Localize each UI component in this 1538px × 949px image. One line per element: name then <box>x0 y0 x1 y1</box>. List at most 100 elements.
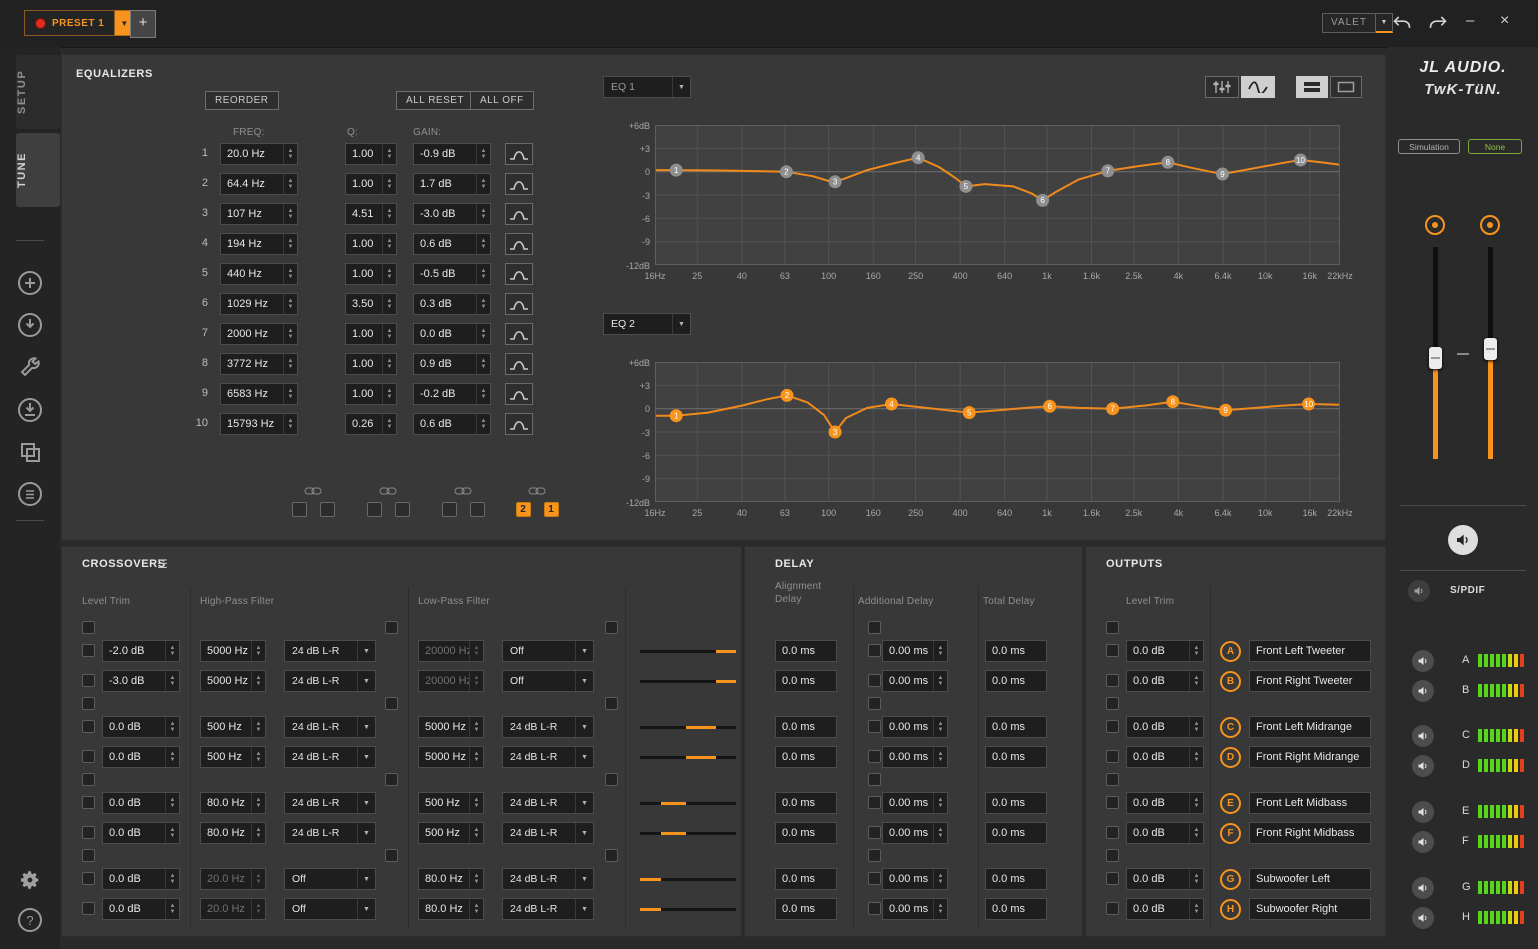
channel-name-field[interactable]: Subwoofer Right <box>1249 898 1371 920</box>
lpf-frequency-spinner[interactable]: 500 Hz▲▼ <box>418 822 484 844</box>
stepper-arrows-icon[interactable]: ▲▼ <box>251 899 265 919</box>
stepper-arrows-icon[interactable]: ▲▼ <box>1189 717 1203 737</box>
output-trim-spinner[interactable]: 0.0 dB▲▼ <box>1126 640 1204 662</box>
stepper-arrows-icon[interactable]: ▲▼ <box>165 869 179 889</box>
filter-link-checkbox[interactable] <box>385 621 398 634</box>
lpf-frequency-spinner[interactable]: 80.0 Hz▲▼ <box>418 898 484 920</box>
filter-link-checkbox[interactable] <box>385 849 398 862</box>
all-reset-button[interactable]: ALL RESET <box>396 91 474 110</box>
stepper-arrows-icon[interactable]: ▲▼ <box>1189 899 1203 919</box>
crossovers-menu-icon[interactable]: ☰ <box>157 557 168 571</box>
none-button[interactable]: None <box>1468 139 1522 154</box>
stepper-arrows-icon[interactable]: ▲▼ <box>1189 747 1203 767</box>
band-frequency-spinner[interactable]: 64.4 Hz▲▼ <box>220 173 298 195</box>
band-frequency-spinner[interactable]: 440 Hz▲▼ <box>220 263 298 285</box>
lpf-slope-dropdown[interactable]: 24 dB L-R▼ <box>502 716 594 738</box>
output-trim-spinner[interactable]: 0.0 dB▲▼ <box>1126 670 1204 692</box>
lpf-slope-dropdown[interactable]: 24 dB L-R▼ <box>502 822 594 844</box>
bell-filter-button[interactable] <box>505 353 533 375</box>
settings-icon[interactable] <box>17 867 43 893</box>
all-off-button[interactable]: ALL OFF <box>470 91 534 110</box>
row-enable-checkbox[interactable] <box>1106 750 1119 763</box>
hpf-slope-dropdown[interactable]: 24 dB L-R▼ <box>284 670 376 692</box>
stepper-arrows-icon[interactable]: ▲▼ <box>251 747 265 767</box>
bell-filter-button[interactable] <box>505 323 533 345</box>
stepper-arrows-icon[interactable]: ▲▼ <box>469 869 483 889</box>
stepper-arrows-icon[interactable]: ▲▼ <box>382 174 396 194</box>
stepper-arrows-icon[interactable]: ▲▼ <box>476 174 490 194</box>
stepper-arrows-icon[interactable]: ▲▼ <box>165 671 179 691</box>
hpf-frequency-spinner[interactable]: 80.0 Hz▲▼ <box>200 792 266 814</box>
additional-delay-spinner[interactable]: 0.00 ms▲▼ <box>882 898 948 920</box>
output-trim-spinner[interactable]: 0.0 dB▲▼ <box>1126 746 1204 768</box>
hpf-slope-dropdown[interactable]: 24 dB L-R▼ <box>284 640 376 662</box>
level-trim-spinner[interactable]: 0.0 dB▲▼ <box>102 868 180 890</box>
eq-band-marker[interactable]: 7 <box>1106 402 1119 415</box>
stepper-arrows-icon[interactable]: ▲▼ <box>933 869 947 889</box>
lpf-frequency-spinner[interactable]: 80.0 Hz▲▼ <box>418 868 484 890</box>
hpf-slope-dropdown[interactable]: 24 dB L-R▼ <box>284 792 376 814</box>
bell-filter-button[interactable] <box>505 413 533 435</box>
hpf-frequency-spinner[interactable]: 5000 Hz▲▼ <box>200 640 266 662</box>
eq-band-marker[interactable]: 3 <box>829 426 842 439</box>
tab-tune[interactable]: TUNE <box>16 133 60 207</box>
stepper-arrows-icon[interactable]: ▲▼ <box>283 414 297 434</box>
stepper-arrows-icon[interactable]: ▲▼ <box>469 671 483 691</box>
stepper-arrows-icon[interactable]: ▲▼ <box>251 641 265 661</box>
output-trim-spinner[interactable]: 0.0 dB▲▼ <box>1126 716 1204 738</box>
band-frequency-spinner[interactable]: 2000 Hz▲▼ <box>220 323 298 345</box>
bell-filter-button[interactable] <box>505 383 533 405</box>
channel-name-field[interactable]: Front Left Tweeter <box>1249 640 1371 662</box>
lpf-slope-dropdown[interactable]: 24 dB L-R▼ <box>502 792 594 814</box>
output-link-checkbox[interactable] <box>1106 697 1119 710</box>
level-trim-spinner[interactable]: 0.0 dB▲▼ <box>102 898 180 920</box>
master-volume-icon[interactable] <box>1448 525 1478 555</box>
band-gain-spinner[interactable]: -3.0 dB▲▼ <box>413 203 491 225</box>
additional-delay-spinner[interactable]: 0.00 ms▲▼ <box>882 822 948 844</box>
tools-icon[interactable] <box>17 354 43 380</box>
bell-filter-button[interactable] <box>505 293 533 315</box>
trim-link-checkbox[interactable] <box>82 773 95 786</box>
hpf-slope-dropdown[interactable]: Off▼ <box>284 898 376 920</box>
alignment-delay-field[interactable]: 0.0 ms <box>775 716 837 738</box>
layout-single-icon[interactable] <box>1330 76 1362 98</box>
output-trim-spinner[interactable]: 0.0 dB▲▼ <box>1126 868 1204 890</box>
stepper-arrows-icon[interactable]: ▲▼ <box>283 174 297 194</box>
stepper-arrows-icon[interactable]: ▲▼ <box>283 264 297 284</box>
additional-delay-spinner[interactable]: 0.00 ms▲▼ <box>882 792 948 814</box>
band-gain-spinner[interactable]: 1.7 dB▲▼ <box>413 173 491 195</box>
open-icon[interactable] <box>17 312 43 338</box>
eq-band-marker[interactable]: 2 <box>781 389 794 402</box>
row-enable-checkbox[interactable] <box>868 644 881 657</box>
eq-band-marker[interactable]: 4 <box>912 151 925 164</box>
stepper-arrows-icon[interactable]: ▲▼ <box>476 264 490 284</box>
hpf-frequency-spinner[interactable]: 80.0 Hz▲▼ <box>200 822 266 844</box>
right-fader-handle[interactable] <box>1484 338 1497 360</box>
stepper-arrows-icon[interactable]: ▲▼ <box>165 717 179 737</box>
bell-filter-button[interactable] <box>505 203 533 225</box>
additional-delay-spinner[interactable]: 0.00 ms▲▼ <box>882 868 948 890</box>
channel-name-field[interactable]: Front Right Tweeter <box>1249 670 1371 692</box>
stepper-arrows-icon[interactable]: ▲▼ <box>476 204 490 224</box>
redo-icon[interactable] <box>1428 14 1448 33</box>
hpf-slope-dropdown[interactable]: Off▼ <box>284 868 376 890</box>
hpf-slope-dropdown[interactable]: 24 dB L-R▼ <box>284 746 376 768</box>
channel-mute-button[interactable] <box>1412 650 1434 672</box>
channel-mute-button[interactable] <box>1412 801 1434 823</box>
help-icon[interactable]: ? <box>17 907 43 933</box>
lpf-frequency-spinner[interactable]: 5000 Hz▲▼ <box>418 716 484 738</box>
eq-band-marker[interactable]: 1 <box>670 409 683 422</box>
band-frequency-spinner[interactable]: 3772 Hz▲▼ <box>220 353 298 375</box>
alignment-delay-field[interactable]: 0.0 ms <box>775 640 837 662</box>
row-enable-checkbox[interactable] <box>82 750 95 763</box>
band-link-checkbox[interactable] <box>605 849 618 862</box>
trim-link-checkbox[interactable] <box>82 697 95 710</box>
row-enable-checkbox[interactable] <box>868 826 881 839</box>
band-frequency-spinner[interactable]: 6583 Hz▲▼ <box>220 383 298 405</box>
stepper-arrows-icon[interactable]: ▲▼ <box>382 264 396 284</box>
row-enable-checkbox[interactable] <box>1106 674 1119 687</box>
trim-link-checkbox[interactable] <box>82 849 95 862</box>
stepper-arrows-icon[interactable]: ▲▼ <box>469 823 483 843</box>
band-gain-spinner[interactable]: 0.6 dB▲▼ <box>413 233 491 255</box>
channel-name-field[interactable]: Front Left Midbass <box>1249 792 1371 814</box>
